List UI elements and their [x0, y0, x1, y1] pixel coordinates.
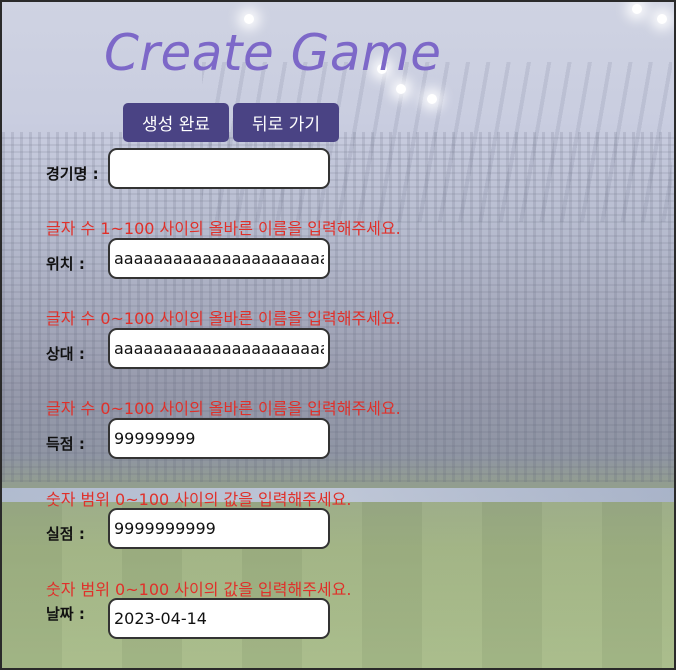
stadium-light — [396, 84, 406, 94]
stadium-light — [427, 94, 437, 104]
conceded-label: 실점 : — [46, 525, 85, 543]
date-input[interactable] — [108, 598, 330, 639]
conceded-input[interactable] — [108, 508, 330, 549]
page-title: Create Game — [104, 24, 442, 82]
opponent-label: 상대 : — [46, 345, 85, 363]
stadium-light — [657, 14, 667, 24]
score-error: 숫자 범위 0~100 사이의 값을 입력해주세요. — [46, 490, 352, 509]
location-error: 글자 수 0~100 사이의 올바른 이름을 입력해주세요. — [46, 309, 401, 328]
location-label: 위치 : — [46, 255, 85, 273]
conceded-error: 숫자 범위 0~100 사이의 값을 입력해주세요. — [46, 580, 352, 599]
opponent-error: 글자 수 0~100 사이의 올바른 이름을 입력해주세요. — [46, 399, 401, 418]
back-button[interactable]: 뒤로 가기 — [233, 103, 339, 142]
score-label: 득점 : — [46, 435, 85, 453]
game-name-label: 경기명 : — [46, 165, 99, 183]
score-input[interactable] — [108, 418, 330, 459]
opponent-input[interactable] — [108, 328, 330, 369]
game-name-input[interactable] — [108, 148, 330, 189]
stadium-light — [244, 14, 254, 24]
game-name-error: 글자 수 1~100 사이의 올바른 이름을 입력해주세요. — [46, 219, 401, 238]
location-input[interactable] — [108, 238, 330, 279]
create-complete-button[interactable]: 생성 완료 — [123, 103, 229, 142]
date-label: 날짜 : — [46, 605, 85, 623]
page-frame: Create Game 생성 완료 뒤로 가기 경기명 : 글자 수 1~100… — [0, 0, 676, 670]
stadium-light — [632, 4, 642, 14]
